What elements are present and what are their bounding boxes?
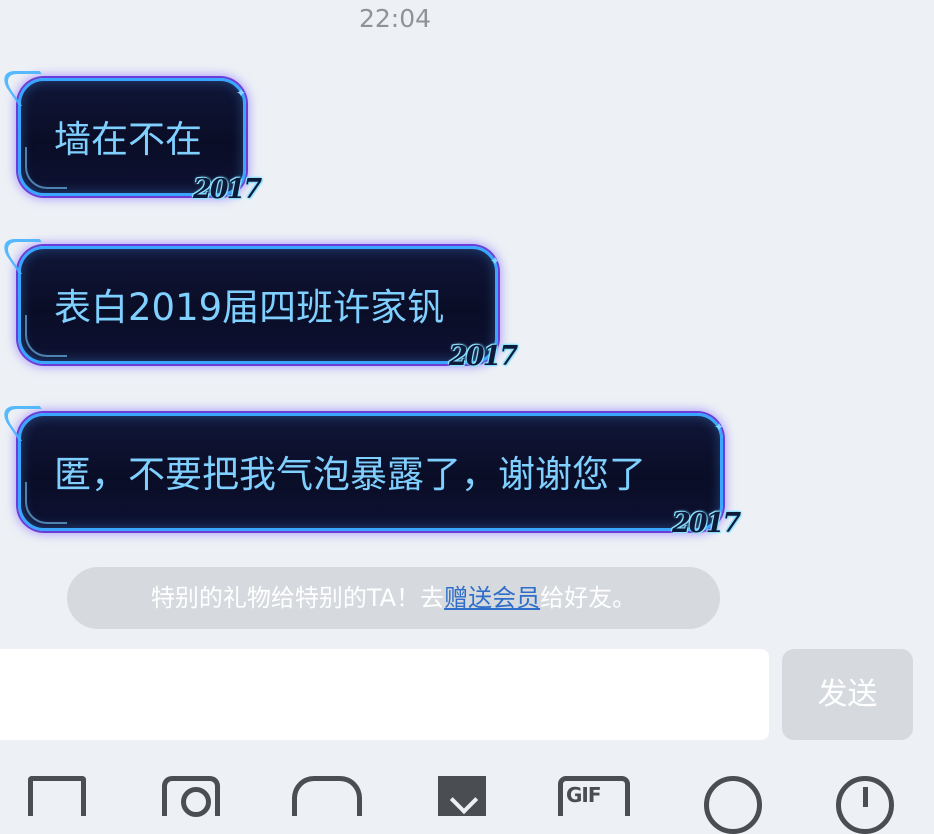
bubble-2017-tag: 2017 [193, 174, 262, 205]
sparkle-icon: ✦ [714, 420, 725, 434]
message-text: 表白2019届四班许家钒 [54, 286, 445, 329]
message-text: 匿，不要把我气泡暴露了，谢谢您了 [54, 453, 646, 496]
notice-prefix: 特别的礼物给特别的TA！去 [150, 584, 445, 612]
sparkle-icon: ✦ [236, 86, 247, 100]
gif-icon[interactable]: GIF [558, 776, 630, 816]
notice-suffix: 给好友。 [540, 584, 637, 612]
image-icon[interactable] [28, 776, 86, 816]
bubble-2017-tag: 2017 [672, 508, 741, 539]
red-packet-icon[interactable] [292, 776, 362, 816]
message-input[interactable] [0, 649, 769, 740]
vip-gift-notice: 特别的礼物给特别的TA！去赠送会员给好友。 [67, 567, 720, 629]
envelope-icon[interactable] [438, 776, 486, 816]
send-button[interactable]: 发送 [782, 649, 913, 740]
sparkle-icon: ✦ [490, 254, 501, 268]
bubble-2017-tag: 2017 [449, 341, 518, 372]
message-bubble[interactable]: 匿，不要把我气泡暴露了，谢谢您了 [18, 413, 723, 531]
message-bubble[interactable]: 表白2019届四班许家钒 [18, 246, 498, 364]
gift-membership-link[interactable]: 赠送会员 [444, 584, 540, 612]
plus-icon[interactable] [836, 776, 894, 834]
message-timestamp: 22:04 [358, 4, 432, 33]
gif-label: GIF [566, 783, 602, 807]
message-text: 墙在不在 [54, 118, 202, 161]
camera-icon[interactable] [162, 776, 220, 817]
emoji-icon[interactable] [704, 776, 762, 834]
